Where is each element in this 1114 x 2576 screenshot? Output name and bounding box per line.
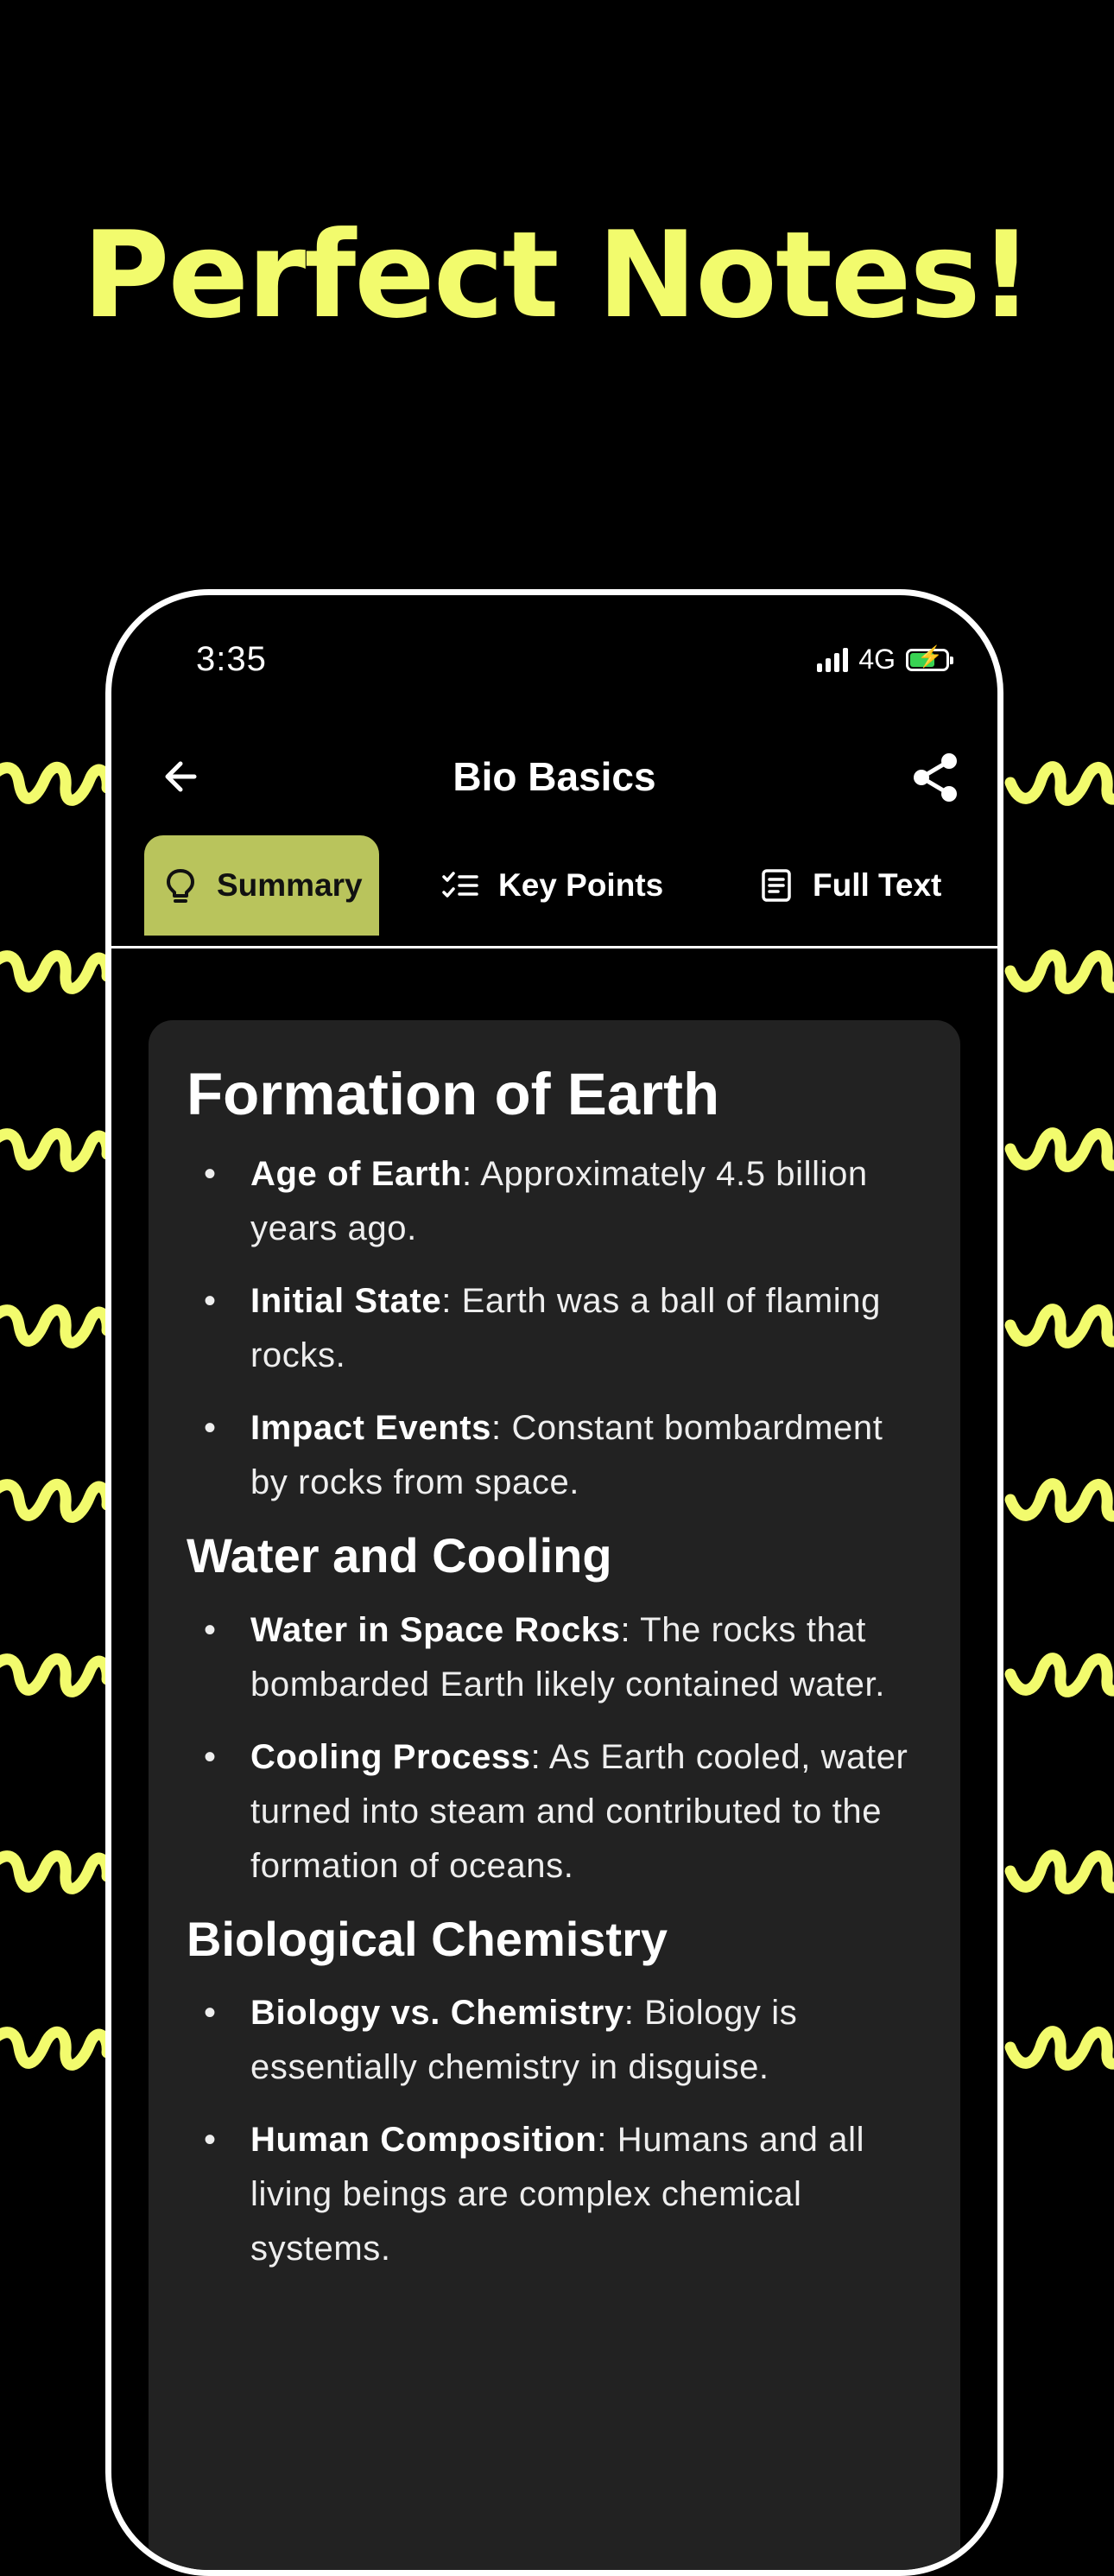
- tab-key-points[interactable]: Key Points: [441, 835, 663, 936]
- summary-card: Formation of Earth • Age of Earth: Approx…: [149, 1020, 960, 2570]
- tab-summary[interactable]: Summary: [144, 835, 379, 936]
- page-title: Bio Basics: [453, 754, 656, 799]
- tab-full-text[interactable]: Full Text: [759, 835, 941, 936]
- bullet-list: • Biology vs. Chemistry: Biology is essen…: [187, 1986, 924, 2276]
- checklist-icon: [442, 872, 478, 898]
- bullet-term: Initial State: [250, 1282, 442, 1321]
- section-heading: Water and Cooling: [187, 1528, 612, 1583]
- list-item: • Impact Events: Constant bombardment by …: [204, 1409, 883, 1502]
- share-icon[interactable]: [906, 747, 966, 808]
- list-item: • Age of Earth: Approximately 4.5 billion…: [204, 1155, 868, 1248]
- bullet-term: Water in Space Rocks: [250, 1610, 621, 1649]
- status-indicators: 4G ⚡: [817, 644, 953, 676]
- tab-summary-label: Summary: [217, 867, 363, 903]
- signal-icon: [817, 647, 849, 672]
- list-item: • Water in Space Rocks: The rocks that bo…: [204, 1610, 885, 1704]
- section-heading: Formation of Earth: [187, 1061, 720, 1127]
- bullet-list: • Water in Space Rocks: The rocks that bo…: [187, 1603, 924, 1894]
- tab-full-text-label: Full Text: [813, 867, 942, 903]
- battery-icon: ⚡: [906, 646, 953, 671]
- list-item: • Initial State: Earth was a ball of flam…: [204, 1282, 881, 1375]
- bullet-term: Impact Events: [250, 1409, 492, 1448]
- section-heading: Biological Chemistry: [187, 1911, 668, 1966]
- bullet-term: Cooling Process: [250, 1737, 531, 1776]
- list-item: • Biology vs. Chemistry: Biology is essen…: [204, 1994, 798, 2087]
- status-time: 3:35: [196, 640, 267, 678]
- list-item: • Cooling Process: As Earth cooled, water…: [204, 1737, 908, 1885]
- phone-frame: 3:35 4G ⚡ Bio Basics Summary Key Points …: [105, 589, 1003, 2576]
- tab-bar: Summary Key Points Full Text: [111, 835, 997, 949]
- squiggles-right: [1010, 767, 1114, 2065]
- bullet-term: Human Composition: [250, 2121, 598, 2160]
- bullet-term: Biology vs. Chemistry: [250, 1994, 624, 2033]
- bullet-term: Age of Earth: [250, 1155, 462, 1194]
- squiggles-left: [0, 767, 107, 2065]
- document-icon: [762, 869, 791, 902]
- tab-key-points-label: Key Points: [498, 867, 664, 903]
- lightbulb-icon: [167, 869, 194, 903]
- network-type: 4G: [858, 644, 896, 675]
- promo-headline: Perfect Notes!: [82, 206, 1033, 345]
- list-item: • Human Composition: Humans and all livin…: [204, 2121, 865, 2268]
- bullet-list: • Age of Earth: Approximately 4.5 billion…: [187, 1147, 924, 1510]
